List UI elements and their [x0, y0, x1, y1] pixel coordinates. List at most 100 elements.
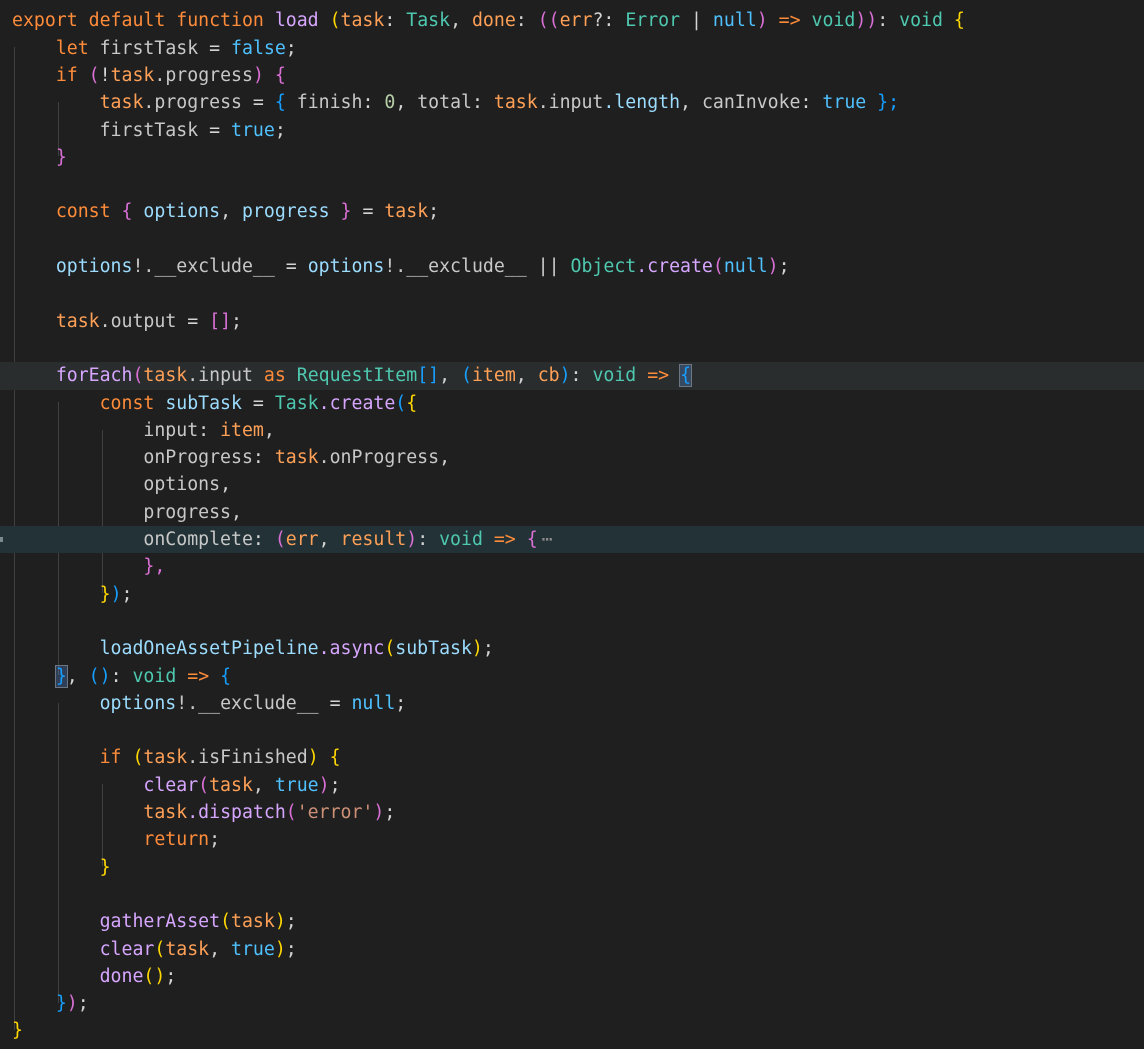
code-line[interactable]: options!.__exclude__ = options!.__exclud… — [0, 253, 1144, 280]
code-line[interactable]: clear(task, true); — [0, 772, 1144, 799]
code-token: : — [515, 10, 538, 32]
code-line[interactable]: done(); — [0, 963, 1144, 990]
code-token: void — [132, 665, 177, 687]
code-token: [] — [417, 365, 440, 387]
code-line[interactable]: task.output = []; — [0, 308, 1144, 335]
code-token: const — [55, 201, 122, 223]
code-token: , — [318, 529, 341, 551]
code-line[interactable] — [0, 280, 1144, 307]
code-line[interactable]: if (!task.progress) { — [0, 62, 1144, 89]
code-token: firstTask — [99, 119, 199, 141]
code-line[interactable]: const subTask = Task.create({ — [0, 390, 1144, 417]
code-line[interactable]: task.progress = { finish: 0, total: task… — [0, 89, 1144, 116]
code-line[interactable] — [0, 717, 1144, 744]
code-line[interactable] — [0, 171, 1144, 198]
code-line[interactable]: options, — [0, 471, 1144, 498]
code-token: input — [143, 419, 199, 441]
code-line[interactable]: }); — [0, 581, 1144, 608]
code-line[interactable]: options!.__exclude__ = null; — [0, 690, 1144, 717]
code-token: return — [143, 829, 210, 851]
code-token: canInvoke — [701, 92, 801, 114]
code-token: = — [241, 392, 275, 414]
code-token: ; — [274, 119, 286, 141]
code-line[interactable]: forEach(task.input as RequestItem[], (it… — [0, 362, 1144, 390]
code-line[interactable]: }, — [0, 553, 1144, 580]
code-line[interactable]: let firstTask = false; — [0, 35, 1144, 62]
code-line[interactable]: }, (): void => { — [0, 663, 1144, 690]
code-token: .create — [318, 392, 396, 414]
code-token: progress — [241, 201, 330, 223]
code-line[interactable]: input: item, — [0, 417, 1144, 444]
code-token: clear — [143, 774, 199, 796]
code-token: .length — [603, 92, 681, 114]
code-line[interactable]: progress, — [0, 499, 1144, 526]
code-line[interactable]: if (task.isFinished) { — [0, 744, 1144, 771]
code-line[interactable]: } — [0, 144, 1144, 171]
code-line[interactable] — [0, 881, 1144, 908]
code-token: task — [384, 201, 429, 223]
code-token: task — [493, 92, 538, 114]
code-token: : — [800, 92, 823, 114]
code-token: task — [274, 447, 319, 469]
code-token: ?: — [592, 10, 626, 32]
code-token: () — [88, 665, 111, 687]
code-editor[interactable]: export default function load (task: Task… — [0, 0, 1144, 1049]
code-token: { — [220, 665, 232, 687]
code-line[interactable]: const { options, progress } = task; — [0, 198, 1144, 225]
code-token: finish — [296, 92, 363, 114]
code-token: task — [143, 747, 188, 769]
code-line[interactable]: }); — [0, 990, 1144, 1017]
code-token: , — [515, 365, 538, 387]
code-token: ) — [66, 993, 78, 1015]
code-line[interactable] — [0, 226, 1144, 253]
code-token: !.__exclude__ — [384, 256, 527, 278]
code-token: forEach — [55, 365, 133, 387]
code-token: : — [252, 529, 275, 551]
code-line[interactable]: gatherAsset(task); — [0, 908, 1144, 935]
code-line[interactable]: task.dispatch('error'); — [0, 799, 1144, 826]
code-token: ( — [384, 638, 396, 660]
code-token: { — [406, 392, 418, 414]
code-token: ( — [285, 802, 297, 824]
code-line[interactable]: } — [0, 854, 1144, 881]
code-token: RequestItem — [296, 365, 418, 387]
code-line[interactable]: onProgress: task.onProgress, — [0, 444, 1144, 471]
code-token: = — [198, 119, 232, 141]
code-token: task — [143, 365, 188, 387]
code-token: true — [274, 774, 319, 796]
code-token: task — [165, 938, 210, 960]
code-line[interactable]: onComplete: (err, result): void => {⋯ — [0, 526, 1144, 554]
code-token: , — [395, 92, 418, 114]
code-token: task — [209, 774, 253, 796]
code-token: )) — [855, 10, 878, 32]
code-line[interactable]: firstTask = true; — [0, 117, 1144, 144]
code-line[interactable] — [0, 608, 1144, 635]
code-token: true — [231, 119, 275, 141]
code-token: !.__exclude__ — [176, 692, 319, 714]
code-line[interactable]: clear(task, true); — [0, 936, 1144, 963]
code-token: ) — [406, 529, 418, 551]
code-token: ( — [154, 938, 166, 960]
code-line[interactable] — [0, 335, 1144, 362]
code-line[interactable]: loadOneAssetPipeline.async(subTask); — [0, 635, 1144, 662]
code-line[interactable]: } — [0, 1017, 1144, 1044]
code-token: => — [778, 10, 812, 32]
code-token: : — [877, 10, 900, 32]
code-line[interactable]: export default function load (task: Task… — [0, 7, 1144, 34]
fold-ellipsis-icon[interactable]: ⋯ — [542, 529, 553, 550]
code-token: if — [55, 64, 89, 86]
code-line[interactable]: return; — [0, 826, 1144, 853]
code-token: } — [55, 993, 67, 1015]
code-token: => — [636, 365, 681, 387]
code-token: total — [417, 92, 472, 114]
